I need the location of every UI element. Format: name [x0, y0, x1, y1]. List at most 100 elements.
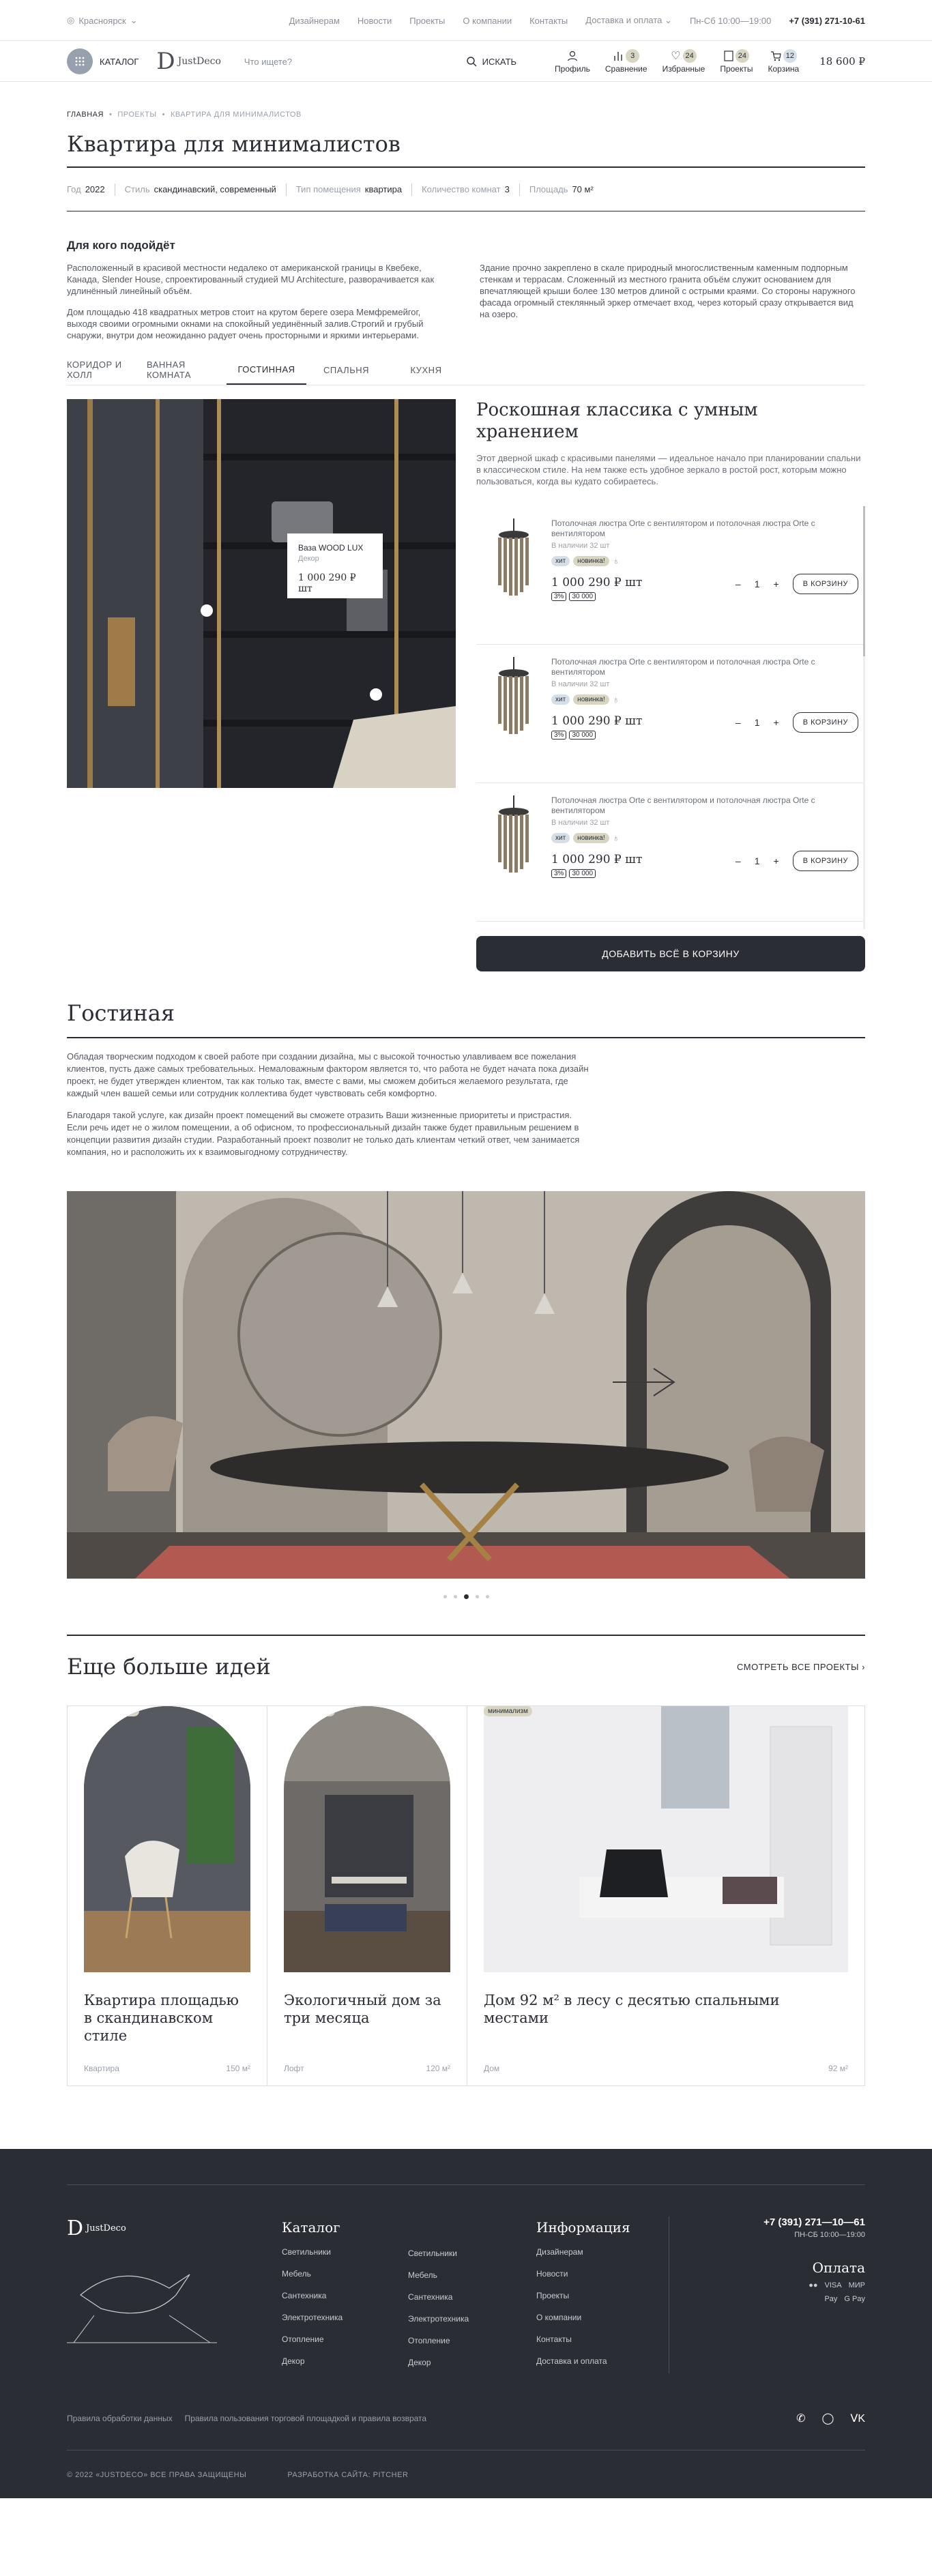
breadcrumb-projects[interactable]: ПРОЕКТЫ: [117, 111, 156, 119]
footer-link[interactable]: Контакты: [536, 2328, 669, 2350]
privacy-link[interactable]: Правила обработки данных: [67, 2414, 173, 2423]
gallery-slider: [67, 1191, 865, 1579]
terms-link[interactable]: Правила пользования торговой площадкой и…: [185, 2414, 427, 2423]
vk-icon[interactable]: ᐯK: [850, 2412, 865, 2425]
param-label: Год: [67, 184, 81, 194]
footer-link[interactable]: Отопление: [282, 2328, 408, 2350]
new-badge: новинка!: [573, 555, 609, 566]
footer-link[interactable]: Электротехника: [282, 2307, 408, 2328]
chandelier-image: [498, 518, 529, 596]
slider-dot-active[interactable]: [463, 1594, 469, 1599]
product-name[interactable]: Потолочная люстра Orte с вентилятором и …: [551, 518, 824, 539]
product-name[interactable]: Потолочная люстра Orte с вентилятором и …: [551, 795, 824, 816]
add-all-to-cart-button[interactable]: ДОБАВИТЬ ВСЁ В КОРЗИНУ: [476, 936, 865, 971]
nav-news[interactable]: Новости: [358, 16, 392, 26]
search-label: ИСКАТЬ: [482, 56, 517, 67]
all-projects-link[interactable]: СМОТРЕТЬ ВСЕ ПРОЕКТЫ ›: [737, 1662, 865, 1672]
logo-text: JustDeco: [177, 56, 221, 67]
plus-button[interactable]: +: [774, 717, 779, 728]
style-tag: классический: [284, 1706, 335, 1716]
project-card[interactable]: классический хит Экологичный дом за три м…: [267, 1706, 467, 2085]
tab-bedroom[interactable]: СПАЛЬНЯ: [306, 355, 386, 385]
footer-link[interactable]: Доставка и оплата: [536, 2350, 669, 2372]
visa-icon: VISA: [824, 2281, 842, 2289]
footer-link[interactable]: О компании: [536, 2307, 669, 2328]
document-icon: [724, 50, 733, 61]
project-title: Квартира площадью в скандинавском стиле: [84, 1992, 239, 2044]
footer-link[interactable]: Электротехника: [408, 2308, 536, 2330]
product-popup[interactable]: Ваза WOOD LUX Декор 1 000 290 ₽ шт: [287, 533, 383, 598]
nav-designers[interactable]: Дизайнерам: [289, 16, 340, 26]
search-prompt[interactable]: Что ищете?: [244, 57, 292, 67]
project-card[interactable]: минимализм Дом 92 м² в лесу с десятью сп…: [467, 1706, 864, 2085]
popup-product-name: Ваза WOOD LUX: [298, 543, 364, 553]
footer-link[interactable]: Отопление: [408, 2330, 536, 2352]
phone-number[interactable]: +7 (391) 271-10-61: [789, 16, 865, 26]
next-slide-button[interactable]: [613, 1365, 678, 1399]
city-selector[interactable]: ◎ Красноярск ⌄: [67, 15, 138, 26]
footer-link[interactable]: Мебель: [408, 2264, 536, 2286]
plus-button[interactable]: +: [774, 579, 779, 589]
nav-contacts[interactable]: Контакты: [529, 16, 568, 26]
footer-link[interactable]: Дизайнерам: [536, 2241, 669, 2263]
viber-icon[interactable]: ✆: [796, 2412, 805, 2425]
plus-button[interactable]: +: [774, 855, 779, 866]
footer-hours: ПН-СБ 10:00—19:00: [794, 2231, 865, 2239]
minus-button[interactable]: –: [736, 855, 741, 866]
project-type: Дом: [484, 2064, 500, 2073]
minus-button[interactable]: –: [736, 717, 741, 728]
footer-link[interactable]: Мебель: [282, 2263, 408, 2285]
tab-hallway[interactable]: КОРИДОР И ХОЛЛ: [67, 355, 147, 385]
work-hours: Пн-Сб 10:00—19:00: [689, 15, 772, 26]
footer-link[interactable]: Светильники: [408, 2242, 536, 2264]
logo[interactable]: D JustDeco: [156, 50, 220, 73]
favorites-button[interactable]: ♡ 24 Избранные: [662, 49, 705, 74]
logo-text: JustDeco: [86, 2223, 126, 2234]
cart-button[interactable]: 12 Корзина: [768, 49, 799, 74]
tab-bathroom[interactable]: ВАННАЯ КОМНАТА: [147, 355, 227, 385]
product-list-scrollbar[interactable]: [863, 506, 865, 929]
tab-living-room[interactable]: ГОСТИННАЯ: [227, 355, 306, 385]
intro-heading: Для кого подойдёт: [67, 239, 175, 252]
nav-projects[interactable]: Проекты: [409, 16, 445, 26]
footer-link[interactable]: Сантехника: [282, 2285, 408, 2307]
project-cards: скандинавский хит Квартира площадью в ска…: [67, 1706, 865, 2086]
add-to-cart-button[interactable]: В КОРЗИНУ: [792, 712, 858, 733]
whatsapp-icon[interactable]: ◯: [821, 2412, 834, 2425]
add-to-cart-button[interactable]: В КОРЗИНУ: [792, 573, 858, 594]
footer-logo[interactable]: D JustDeco: [67, 2216, 282, 2240]
project-card[interactable]: скандинавский хит Квартира площадью в ска…: [68, 1706, 267, 2085]
product-name[interactable]: Потолочная люстра Orte с вентилятором и …: [551, 657, 824, 677]
breadcrumb-home[interactable]: ГЛАВНАЯ: [67, 111, 104, 119]
tab-kitchen[interactable]: КУХНЯ: [386, 355, 466, 385]
search-button[interactable]: ИСКАТЬ: [466, 56, 517, 67]
footer-link[interactable]: Проекты: [536, 2285, 669, 2307]
footer-link[interactable]: Сантехника: [408, 2286, 536, 2308]
compare-button[interactable]: 3 Сравнение: [605, 49, 647, 74]
footer-link[interactable]: Светильники: [282, 2241, 408, 2263]
developer-link[interactable]: РАЗРАБОТКА САЙТА: PITCHER: [287, 2471, 408, 2479]
slider-dot[interactable]: [475, 1595, 479, 1598]
profile-button[interactable]: Профиль: [555, 49, 590, 74]
catalog-button[interactable]: КАТАЛОГ: [67, 48, 139, 74]
loft-room-image: [284, 1706, 450, 1972]
footer-phone[interactable]: +7 (391) 271—10—61: [669, 2216, 865, 2228]
product-price: 1 000 290 ₽ шт: [551, 714, 643, 728]
footer-link[interactable]: Декор: [282, 2350, 408, 2372]
quantity-value[interactable]: 1: [755, 855, 760, 866]
quantity-value[interactable]: 1: [755, 579, 760, 589]
hit-badge: хит: [551, 832, 570, 843]
quantity-value[interactable]: 1: [755, 717, 760, 728]
footer-link[interactable]: Декор: [408, 2352, 536, 2373]
product-card: Потолочная люстра Orte с вентилятором и …: [476, 645, 865, 783]
more-ideas-section: Еще больше идей СМОТРЕТЬ ВСЕ ПРОЕКТЫ › с…: [67, 1635, 865, 2086]
footer-link[interactable]: Новости: [536, 2263, 669, 2285]
slider-dot[interactable]: [453, 1595, 457, 1598]
slider-dot[interactable]: [443, 1595, 447, 1598]
projects-button[interactable]: 24 Проекты: [720, 49, 753, 74]
nav-delivery[interactable]: Доставка и оплата ⌄: [585, 15, 672, 26]
add-to-cart-button[interactable]: В КОРЗИНУ: [792, 850, 858, 871]
minus-button[interactable]: –: [736, 579, 741, 589]
nav-about[interactable]: О компании: [463, 16, 512, 26]
slider-dot[interactable]: [485, 1595, 489, 1598]
